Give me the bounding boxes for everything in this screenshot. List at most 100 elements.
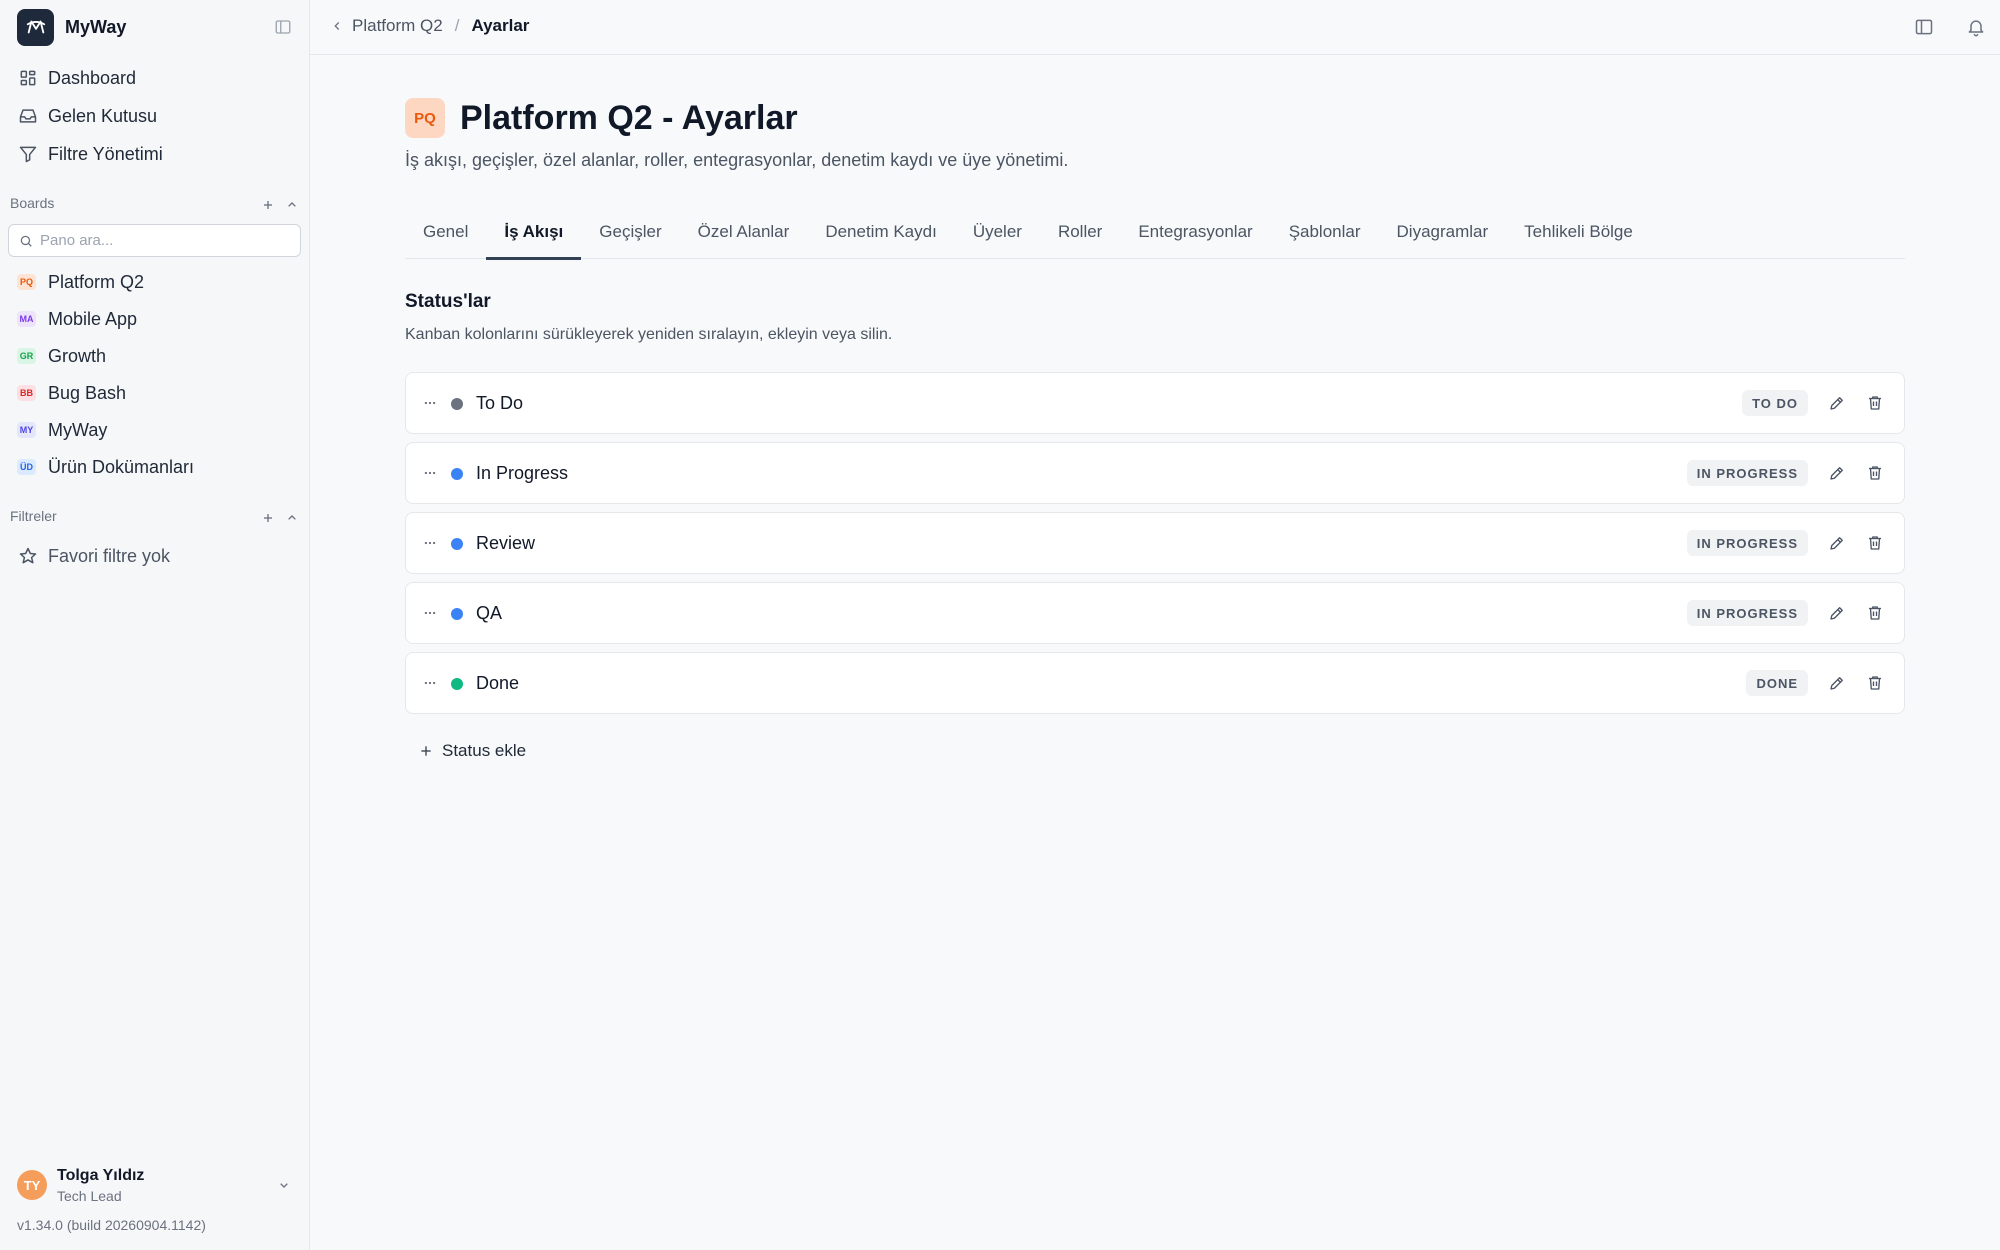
breadcrumb-parent[interactable]: Platform Q2 xyxy=(352,16,443,36)
nav-item-label: Dashboard xyxy=(48,67,137,88)
plus-icon xyxy=(418,743,434,759)
sidebar-toggle-icon[interactable] xyxy=(274,18,292,36)
board-item-label: Growth xyxy=(48,345,107,366)
status-row: Done DONE xyxy=(405,652,1905,714)
star-icon xyxy=(18,546,38,566)
tab-roles[interactable]: Roller xyxy=(1040,205,1120,259)
page-subtitle: İş akışı, geçişler, özel alanlar, roller… xyxy=(405,150,1069,170)
tab-audit-log[interactable]: Denetim Kaydı xyxy=(807,205,955,259)
panel-toggle-icon[interactable] xyxy=(1914,17,1934,37)
sidebar: MyWay Dashboard Gelen Kutusu Filtre Yöne… xyxy=(0,0,310,1250)
edit-icon[interactable] xyxy=(1828,394,1846,412)
tab-members[interactable]: Üyeler xyxy=(955,205,1040,259)
trash-icon[interactable] xyxy=(1866,394,1884,412)
trash-icon[interactable] xyxy=(1866,534,1884,552)
board-item-growth[interactable]: GR Growth xyxy=(17,342,106,370)
tab-custom-fields[interactable]: Özel Alanlar xyxy=(680,205,808,259)
board-badge: GR xyxy=(17,348,36,364)
tab-integrations[interactable]: Entegrasyonlar xyxy=(1120,205,1270,259)
edit-icon[interactable] xyxy=(1828,604,1846,622)
filters-section-actions xyxy=(260,510,300,526)
board-item-bug-bash[interactable]: BB Bug Bash xyxy=(17,379,126,407)
board-search-input[interactable] xyxy=(40,232,290,249)
drag-handle-icon[interactable] xyxy=(423,606,437,620)
settings-tabs: Genel İş Akışı Geçişler Özel Alanlar Den… xyxy=(405,205,1905,260)
board-item-product-docs[interactable]: ÜD Ürün Dokümanları xyxy=(17,453,194,481)
trash-icon[interactable] xyxy=(1866,604,1884,622)
edit-icon[interactable] xyxy=(1828,534,1846,552)
drag-handle-icon[interactable] xyxy=(423,676,437,690)
status-color-dot xyxy=(451,468,463,480)
board-item-platform-q2[interactable]: PQ Platform Q2 xyxy=(17,268,144,296)
bell-icon[interactable] xyxy=(1966,17,1986,37)
status-color-dot xyxy=(451,678,463,690)
board-item-mobile-app[interactable]: MA Mobile App xyxy=(17,305,137,333)
status-row: In Progress IN PROGRESS xyxy=(405,442,1905,504)
tab-templates[interactable]: Şablonlar xyxy=(1271,205,1379,259)
status-color-dot xyxy=(451,398,463,410)
boards-section-label: Boards xyxy=(10,195,55,211)
status-name: In Progress xyxy=(476,463,569,483)
nav-item-inbox[interactable]: Gelen Kutusu xyxy=(18,101,157,131)
brand[interactable]: MyWay xyxy=(17,8,127,46)
status-list: To Do TO DO In Progress IN PROGRESS Revi… xyxy=(405,372,1905,722)
edit-icon[interactable] xyxy=(1828,464,1846,482)
tab-diagrams[interactable]: Diyagramlar xyxy=(1379,205,1507,259)
app-name: MyWay xyxy=(65,16,127,37)
drag-handle-icon[interactable] xyxy=(423,466,437,480)
project-badge: PQ xyxy=(405,98,445,138)
chevron-up-icon[interactable] xyxy=(284,510,300,526)
avatar: TY xyxy=(17,1170,47,1200)
page-header: PQ Platform Q2 - Ayarlar xyxy=(405,98,798,138)
trash-icon[interactable] xyxy=(1866,464,1884,482)
status-category-badge: IN PROGRESS xyxy=(1686,600,1808,626)
nav-item-label: Filtre Yönetimi xyxy=(48,143,163,164)
add-status-button[interactable]: Status ekle xyxy=(418,741,526,761)
drag-handle-icon[interactable] xyxy=(423,396,437,410)
status-category-badge: IN PROGRESS xyxy=(1686,460,1808,486)
nav-item-dashboard[interactable]: Dashboard xyxy=(18,63,136,93)
status-color-dot xyxy=(451,538,463,550)
board-item-label: Ürün Dokümanları xyxy=(48,456,195,477)
status-row: To Do TO DO xyxy=(405,372,1905,434)
filter-icon xyxy=(18,144,38,164)
drag-handle-icon[interactable] xyxy=(423,536,437,550)
statuses-description: Kanban kolonlarını sürükleyerek yeniden … xyxy=(405,326,893,343)
nav-item-label: Gelen Kutusu xyxy=(48,105,158,126)
favorite-filters-empty: Favori filtre yok xyxy=(18,541,170,571)
user-menu[interactable]: TY Tolga Yıldız Tech Lead xyxy=(17,1165,292,1205)
chevron-left-icon[interactable] xyxy=(330,19,344,33)
tab-workflow[interactable]: İş Akışı xyxy=(486,205,582,260)
page-title: Platform Q2 - Ayarlar xyxy=(460,98,798,137)
version-label: v1.34.0 (build 20260904.1142) xyxy=(17,1217,206,1233)
tab-danger-zone[interactable]: Tehlikeli Bölge xyxy=(1506,205,1651,259)
filters-section-label: Filtreler xyxy=(10,508,57,524)
board-badge: MA xyxy=(17,311,36,327)
tab-general[interactable]: Genel xyxy=(405,205,486,259)
chevron-up-icon[interactable] xyxy=(284,197,300,213)
board-badge: BB xyxy=(17,385,36,401)
board-item-label: MyWay xyxy=(48,419,108,440)
trash-icon[interactable] xyxy=(1866,674,1884,692)
add-filter-icon[interactable] xyxy=(260,510,276,526)
status-category-badge: IN PROGRESS xyxy=(1686,530,1808,556)
inbox-icon xyxy=(18,106,38,126)
board-badge: MY xyxy=(17,422,36,438)
board-badge: PQ xyxy=(17,274,36,290)
breadcrumb-current: Ayarlar xyxy=(471,16,530,35)
add-board-icon[interactable] xyxy=(260,197,276,213)
board-item-label: Mobile App xyxy=(48,308,138,329)
nav-item-filter-management[interactable]: Filtre Yönetimi xyxy=(18,139,163,169)
board-item-myway[interactable]: MY MyWay xyxy=(17,416,107,444)
user-role: Tech Lead xyxy=(57,1187,122,1204)
user-name: Tolga Yıldız xyxy=(57,1166,145,1184)
edit-icon[interactable] xyxy=(1828,674,1846,692)
tab-transitions[interactable]: Geçişler xyxy=(581,205,679,259)
chevron-down-icon xyxy=(276,1177,292,1193)
search-icon xyxy=(19,234,33,248)
board-item-label: Platform Q2 xyxy=(48,271,145,292)
statuses-title: Status'lar xyxy=(405,291,491,312)
status-name: Review xyxy=(476,533,536,553)
board-search xyxy=(8,224,301,257)
breadcrumb: Platform Q2 / Ayarlar xyxy=(330,16,529,36)
